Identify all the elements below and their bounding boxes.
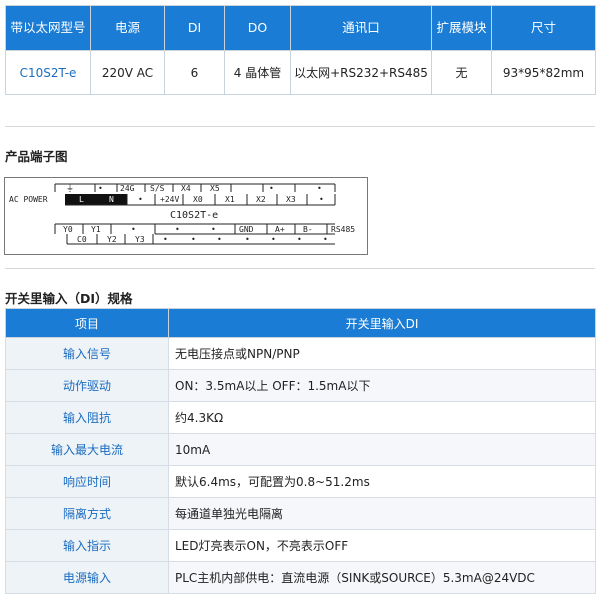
terminal-x4: X4 bbox=[181, 184, 191, 193]
table-row: 隔离方式 每通道单独光电隔离 bbox=[5, 497, 596, 530]
di-row-value: 无电压接点或NPN/PNP bbox=[168, 337, 596, 370]
terminal-ss: S/S bbox=[150, 184, 165, 193]
di-row-key: 隔离方式 bbox=[5, 497, 169, 530]
terminal-ground: ⏚ bbox=[66, 184, 74, 193]
terminal-x1: X1 bbox=[225, 195, 235, 204]
spec-di-value: 6 bbox=[164, 50, 225, 95]
spec-header-comm: 通讯口 bbox=[290, 5, 432, 51]
terminal-dot: • bbox=[271, 235, 276, 244]
table-row: 输入最大电流 10mA bbox=[5, 433, 596, 466]
terminal-c0: C0 bbox=[77, 235, 87, 244]
terminal-x3: X3 bbox=[286, 195, 296, 204]
table-row: 输入阻抗 约4.3KΩ bbox=[5, 401, 596, 434]
terminal-x5: X5 bbox=[210, 184, 220, 193]
terminal-dot: • bbox=[98, 184, 103, 193]
terminal-dot: • bbox=[317, 184, 322, 193]
terminal-y1: Y1 bbox=[91, 225, 101, 234]
terminal-dot: • bbox=[138, 195, 143, 204]
terminal-model-label: C10S2T-e bbox=[170, 210, 218, 221]
terminal-dot: • bbox=[245, 235, 250, 244]
di-row-key: 输入指示 bbox=[5, 529, 169, 562]
spec-do-value: 4 晶体管 bbox=[224, 50, 291, 95]
divider bbox=[5, 126, 595, 127]
spec-model-link[interactable]: C10S2T-e bbox=[5, 50, 91, 95]
terminal-dot: • bbox=[191, 235, 196, 244]
terminal-dot: • bbox=[269, 184, 274, 193]
terminal-x2: X2 bbox=[256, 195, 266, 204]
terminal-dot: • bbox=[131, 225, 136, 234]
di-row-key: 输入最大电流 bbox=[5, 433, 169, 466]
di-row-key: 动作驱动 bbox=[5, 369, 169, 402]
table-row: 输入指示 LED灯亮表示ON，不亮表示OFF bbox=[5, 529, 596, 562]
table-row: 电源输入 PLC主机内部供电：直流电源（SINK或SOURCE）5.3mA@24… bbox=[5, 561, 596, 594]
terminal-dot: • bbox=[319, 195, 324, 204]
terminal-y0: Y0 bbox=[63, 225, 73, 234]
di-row-value: PLC主机内部供电：直流电源（SINK或SOURCE）5.3mA@24VDC bbox=[168, 561, 596, 594]
terminal-dot: • bbox=[175, 225, 180, 234]
di-row-value: 默认6.4ms，可配置为0.8~51.2ms bbox=[168, 465, 596, 498]
spec-data-row: C10S2T-e 220V AC 6 4 晶体管 以太网+RS232+RS485… bbox=[5, 50, 596, 95]
di-row-key: 响应时间 bbox=[5, 465, 169, 498]
terminal-top-row: ⏚ • 24G S/S X4 X5 • • bbox=[54, 183, 336, 193]
terminal-dot: • bbox=[163, 235, 168, 244]
terminal-gnd: GND bbox=[239, 225, 254, 234]
spec-power-value: 220V AC bbox=[90, 50, 165, 95]
spec-header-power: 电源 bbox=[90, 5, 165, 51]
spec-header-di: DI bbox=[164, 5, 225, 51]
spec-header-model: 带以太网型号 bbox=[5, 5, 91, 51]
di-row-value: 10mA bbox=[168, 433, 596, 466]
di-spec-table: 项目 开关里输入DI 输入信号 无电压接点或NPN/PNP 动作驱动 ON：3.… bbox=[5, 308, 596, 594]
table-row: 动作驱动 ON：3.5mA以上 OFF：1.5mA以下 bbox=[5, 369, 596, 402]
terminal-heading: 产品端子图 bbox=[5, 149, 68, 164]
terminal-b-minus: B- bbox=[303, 225, 313, 234]
spec-header-expansion: 扩展模块 bbox=[431, 5, 492, 51]
di-header-row: 项目 开关里输入DI bbox=[5, 308, 596, 338]
di-header-value: 开关里输入DI bbox=[168, 308, 596, 338]
spec-header-row: 带以太网型号 电源 DI DO 通讯口 扩展模块 尺寸 bbox=[5, 5, 596, 51]
table-row: 响应时间 默认6.4ms，可配置为0.8~51.2ms bbox=[5, 465, 596, 498]
di-row-value: 每通道单独光电隔离 bbox=[168, 497, 596, 530]
terminal-diagram: ⏚ • 24G S/S X4 X5 • • AC POWER L N • +24… bbox=[4, 177, 368, 255]
di-row-value: 约4.3KΩ bbox=[168, 401, 596, 434]
spec-header-do: DO bbox=[224, 5, 291, 51]
terminal-l: L bbox=[79, 195, 84, 204]
terminal-x0: X0 bbox=[193, 195, 203, 204]
di-row-value: LED灯亮表示ON，不亮表示OFF bbox=[168, 529, 596, 562]
spec-expansion-value: 无 bbox=[431, 50, 492, 95]
terminal-a-plus: A+ bbox=[275, 225, 285, 234]
terminal-dot: • bbox=[323, 235, 328, 244]
terminal-24v: +24V bbox=[160, 195, 179, 204]
terminal-y2: Y2 bbox=[107, 235, 117, 244]
di-heading: 开关里输入（DI）规格 bbox=[5, 291, 133, 306]
terminal-y3: Y3 bbox=[135, 235, 145, 244]
terminal-dot: • bbox=[211, 225, 216, 234]
terminal-dot: • bbox=[297, 235, 302, 244]
spec-header-size: 尺寸 bbox=[491, 5, 596, 51]
spec-size-value: 93*95*82mm bbox=[491, 50, 596, 95]
di-header-item: 项目 bbox=[5, 308, 169, 338]
terminal-dot: • bbox=[217, 235, 222, 244]
spec-table: 带以太网型号 电源 DI DO 通讯口 扩展模块 尺寸 C10S2T-e 220… bbox=[5, 5, 596, 95]
table-row: 输入信号 无电压接点或NPN/PNP bbox=[5, 337, 596, 370]
ac-power-label: AC POWER bbox=[9, 195, 48, 204]
di-row-value: ON：3.5mA以上 OFF：1.5mA以下 bbox=[168, 369, 596, 402]
terminal-24g: 24G bbox=[120, 184, 135, 193]
rs485-label: RS485 bbox=[331, 225, 355, 234]
di-row-key: 输入信号 bbox=[5, 337, 169, 370]
di-row-key: 电源输入 bbox=[5, 561, 169, 594]
spec-comm-value: 以太网+RS232+RS485 bbox=[290, 50, 432, 95]
di-row-key: 输入阻抗 bbox=[5, 401, 169, 434]
terminal-n: N bbox=[109, 195, 114, 204]
divider bbox=[5, 268, 595, 269]
